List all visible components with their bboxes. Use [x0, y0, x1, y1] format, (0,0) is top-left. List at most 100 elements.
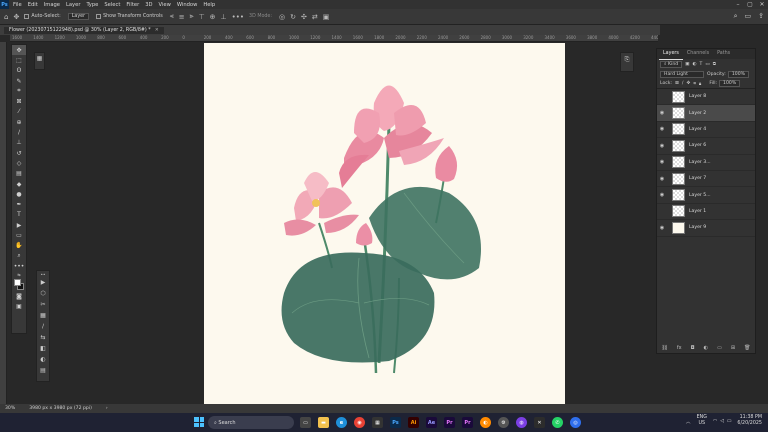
menu-image[interactable]: Image [44, 2, 60, 8]
volume-icon[interactable]: ◁ [720, 419, 724, 424]
stamp-tool-icon[interactable]: ⊥ [12, 138, 26, 148]
layer-name[interactable]: Layer 7 [689, 176, 706, 181]
share-icon[interactable]: ⇪ [758, 12, 764, 21]
blur-tool-icon[interactable]: ◆ [12, 179, 26, 189]
visibility-eye-icon[interactable]: ◉ [657, 192, 667, 198]
layer-thumbnail[interactable] [672, 156, 685, 169]
pan-3d-icon[interactable]: ✣ [301, 13, 307, 21]
close-tab-icon[interactable]: ✕ [155, 28, 159, 33]
visibility-eye-icon[interactable]: ◉ [657, 225, 667, 231]
taskbar-app-ae[interactable]: Ae [426, 417, 437, 428]
edit-toolbar-icon[interactable]: ••• [12, 261, 26, 271]
browser-icon[interactable]: ◎ [570, 417, 581, 428]
edge-icon[interactable]: e [336, 417, 347, 428]
eraser-tool-icon[interactable]: ◇ [12, 158, 26, 168]
lock-all-icon[interactable]: 🔒︎ [699, 81, 701, 87]
layer-name[interactable]: Layer 2 [689, 111, 706, 116]
3d-cube-icon[interactable]: ⬡ [37, 288, 49, 299]
layer-row[interactable]: ◉ Layer 6 [657, 138, 755, 155]
styles-icon[interactable]: ◐ [37, 354, 49, 365]
dodge-tool-icon[interactable]: ● [12, 189, 26, 199]
taskbar-app-ps[interactable]: Ps [390, 417, 401, 428]
battery-icon[interactable]: ▭ [727, 419, 732, 424]
delete-layer-icon[interactable]: 🗑︎ [744, 345, 750, 351]
messenger-icon[interactable]: ◍ [516, 417, 527, 428]
quick-mask-icon[interactable]: ◙ [12, 292, 26, 302]
filter-pixel-icon[interactable]: ▣ [685, 62, 689, 67]
layer-row[interactable]: ◉ Layer 7 [657, 171, 755, 188]
tab-layers[interactable]: Layers [659, 49, 683, 60]
layer-thumbnail[interactable] [672, 107, 685, 120]
taskbar-clock[interactable]: 11:38 PM 6/20/2025 [737, 415, 762, 427]
menu-file[interactable]: File [13, 2, 22, 8]
settings-icon[interactable]: ⚙ [498, 417, 509, 428]
menu-type[interactable]: Type [86, 2, 98, 8]
zoom-level[interactable]: 30% [5, 406, 15, 411]
layer-style-icon[interactable]: fx [677, 345, 682, 351]
filter-adjustment-icon[interactable]: ◐ [693, 62, 697, 67]
layer-thumbnail[interactable] [672, 172, 685, 185]
menu-select[interactable]: Select [104, 2, 120, 8]
fill-input[interactable]: 100% [719, 80, 741, 87]
visibility-eye-icon[interactable]: ◉ [657, 110, 667, 116]
align-middle-icon[interactable]: ⊕ [210, 13, 216, 21]
transform-controls-option[interactable]: Show Transform Controls [96, 14, 163, 19]
layer-name[interactable]: Layer 8 [689, 94, 706, 99]
home-icon[interactable]: ⌂ [4, 13, 8, 21]
eyedropper-tool-icon[interactable]: ⁄ [12, 107, 26, 117]
tab-channels[interactable]: Channels [683, 49, 713, 59]
document-tab[interactable]: Flower (20230715122948).psd @ 30% (Layer… [4, 26, 164, 34]
close-icon[interactable]: ✕ [756, 0, 768, 9]
layer-thumbnail[interactable] [672, 221, 685, 234]
menu-help[interactable]: Help [203, 2, 215, 8]
visibility-eye-icon[interactable]: ◉ [657, 159, 667, 165]
menu-window[interactable]: Window [177, 2, 197, 8]
layer-row[interactable]: ◉ Layer 3... [657, 155, 755, 171]
layer-row[interactable]: ◉ Layer 9 [657, 220, 755, 237]
history-panel-icon[interactable]: ⎘ [620, 52, 634, 72]
quick-select-tool-icon[interactable]: ✎ [12, 76, 26, 86]
scale-3d-icon[interactable]: ▣ [323, 13, 330, 21]
crop-tool-icon[interactable]: ⌗ [12, 86, 26, 96]
language-indicator[interactable]: ENG US [697, 415, 707, 427]
lasso-tool-icon[interactable]: ʘ [12, 66, 26, 76]
wifi-icon[interactable]: ◠ [713, 419, 717, 424]
menu-3d[interactable]: 3D [145, 2, 152, 8]
screen-mode-icon[interactable]: ▣ [12, 302, 26, 312]
taskbar-app-pr[interactable]: Pr [462, 417, 473, 428]
transform-controls-checkbox[interactable] [96, 14, 102, 19]
align-right-icon[interactable]: ⫸ [190, 12, 194, 21]
auto-select-dropdown[interactable]: Layer [67, 13, 90, 20]
layer-name[interactable]: Layer 6 [689, 143, 706, 148]
zoom-tool-icon[interactable]: ⌕ [12, 251, 26, 261]
gradient-tool-icon[interactable]: ▤ [12, 169, 26, 179]
pen-tool-icon[interactable]: ✒ [12, 199, 26, 209]
auto-select-checkbox[interactable] [24, 14, 30, 19]
chrome-icon[interactable]: ◉ [354, 417, 365, 428]
link-layers-icon[interactable]: ⛓ [662, 345, 668, 351]
lock-pixels-icon[interactable]: ⊠ [675, 81, 679, 86]
menu-filter[interactable]: Filter [126, 2, 139, 8]
whatsapp-icon[interactable]: ✆ [552, 417, 563, 428]
maximize-icon[interactable]: ▢ [744, 0, 756, 9]
brush-tool-icon[interactable]: ∕ [12, 127, 26, 137]
filter-shape-icon[interactable]: ▭ [705, 62, 709, 67]
layer-thumbnail[interactable] [672, 139, 685, 152]
layer-name[interactable]: Layer 9 [689, 225, 706, 230]
ruler-horizontal[interactable]: 1600 1400 1200 1000 800 600 400 200 0 200 400 600 80… [10, 35, 658, 42]
layer-row[interactable]: ◉ Layer 2 [657, 105, 755, 122]
move-tool-icon[interactable]: ✥ [12, 45, 26, 56]
taskbar-app-ai[interactable]: Ai [408, 417, 419, 428]
taskbar-search[interactable]: ⌕ Search [208, 416, 294, 429]
layer-row[interactable]: Layer 1 [657, 204, 755, 221]
swatches-icon[interactable]: ▤ [37, 365, 49, 376]
menu-view[interactable]: View [159, 2, 171, 8]
mini-panel-icon[interactable]: ▦ [34, 52, 45, 70]
play-icon[interactable]: ▶ [37, 277, 49, 288]
layer-row[interactable]: ◉ Layer 5... [657, 187, 755, 204]
tab-paths[interactable]: Paths [713, 49, 734, 59]
type-tool-icon[interactable]: T [12, 210, 26, 220]
visibility-eye-icon[interactable]: ◉ [657, 143, 667, 149]
visibility-eye-icon[interactable]: ◉ [657, 126, 667, 132]
grid-icon[interactable]: ▦ [37, 310, 49, 321]
